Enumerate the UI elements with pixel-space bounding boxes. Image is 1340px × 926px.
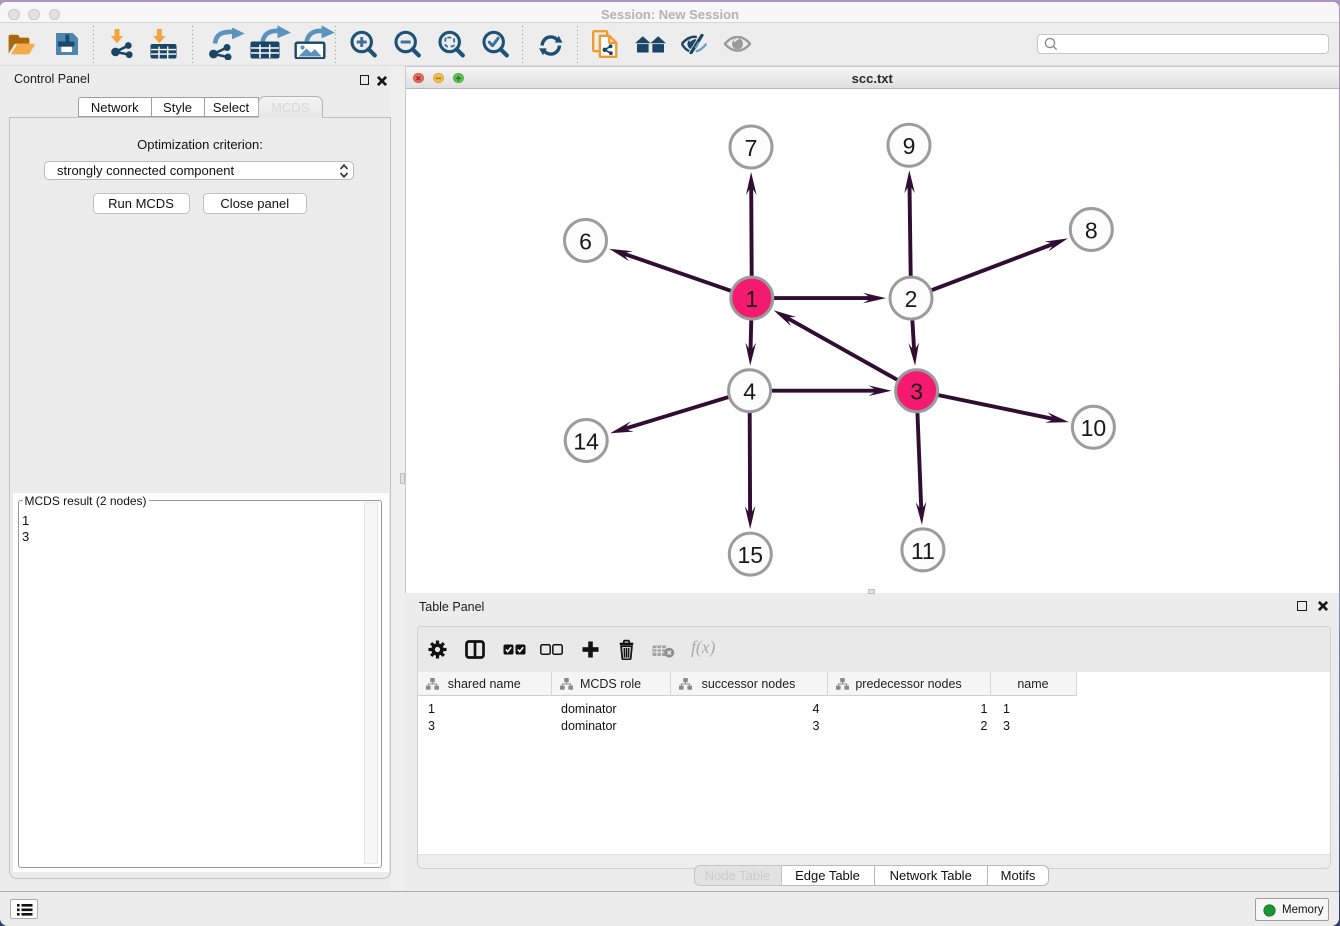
svg-text:6: 6: [579, 229, 592, 255]
svg-text:7: 7: [745, 135, 758, 161]
svg-text:1: 1: [745, 286, 758, 312]
svg-text:2: 2: [905, 286, 918, 312]
svg-text:9: 9: [903, 133, 916, 159]
svg-text:11: 11: [911, 538, 935, 564]
svg-text:10: 10: [1081, 415, 1107, 441]
svg-text:8: 8: [1085, 218, 1098, 244]
svg-text:4: 4: [743, 379, 756, 405]
svg-text:3: 3: [910, 379, 923, 405]
svg-text:15: 15: [738, 542, 764, 568]
svg-text:14: 14: [573, 429, 599, 455]
